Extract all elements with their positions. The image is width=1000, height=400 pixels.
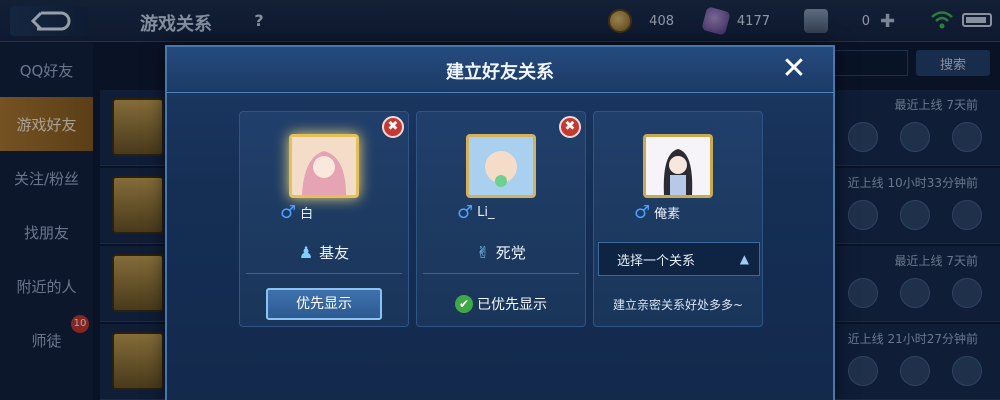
divider	[423, 273, 579, 274]
relationship-label: ✌ 死党	[417, 242, 585, 263]
avatar-portrait-icon	[469, 137, 533, 195]
friend-card: ✖ ♂ 白 ♟ 基友 优先显示	[239, 111, 409, 327]
avatar[interactable]	[289, 134, 359, 198]
remove-button[interactable]: ✖	[559, 116, 581, 138]
male-icon: ♂	[634, 202, 651, 223]
male-icon: ♂	[280, 202, 297, 223]
avatar-portrait-icon	[646, 137, 710, 195]
relationship-dialog: 建立好友关系 ✕ ✖ ♂ 白 ♟ 基友 优先显示 ✖ ♂ Li_ ✌ 死党 ✔ …	[165, 45, 835, 400]
avatar[interactable]	[643, 134, 713, 198]
relationship-select[interactable]: 选择一个关系 ▲	[598, 242, 760, 276]
priority-status-text: 已优先显示	[477, 297, 547, 313]
close-button[interactable]: ✕	[779, 54, 809, 85]
player-name: 白	[300, 207, 314, 222]
dialog-title: 建立好友关系	[446, 62, 554, 83]
remove-button[interactable]: ✖	[382, 116, 404, 138]
dialog-header: 建立好友关系 ✕	[167, 47, 833, 93]
friend-card: ♂ 俺素 选择一个关系 ▲ 建立亲密关系好处多多~	[593, 111, 763, 327]
chevron-up-icon: ▲	[739, 252, 749, 266]
male-icon: ♂	[457, 202, 474, 223]
buddy-icon: ♟	[298, 243, 314, 262]
select-value: 选择一个关系	[617, 253, 696, 269]
player-name: Li_	[477, 205, 495, 220]
bestie-icon: ✌	[476, 243, 490, 262]
friend-card: ✖ ♂ Li_ ✌ 死党 ✔ 已优先显示	[416, 111, 586, 327]
avatar-portrait-icon	[292, 137, 356, 195]
player-name-row: ♂ 白	[280, 202, 313, 223]
avatar[interactable]	[466, 134, 536, 198]
player-name-row: ♂ 俺素	[634, 202, 680, 223]
relationship-text: 基友	[319, 244, 350, 262]
divider	[246, 273, 402, 274]
player-name-row: ♂ Li_	[457, 202, 495, 223]
priority-status: ✔ 已优先显示	[417, 294, 585, 314]
relationship-label: ♟ 基友	[240, 242, 408, 263]
player-name: 俺素	[654, 207, 681, 222]
relationship-text: 死党	[495, 244, 526, 262]
check-icon: ✔	[455, 295, 473, 313]
hint-text: 建立亲密关系好处多多~	[612, 298, 744, 312]
priority-display-button[interactable]: 优先显示	[266, 288, 382, 320]
